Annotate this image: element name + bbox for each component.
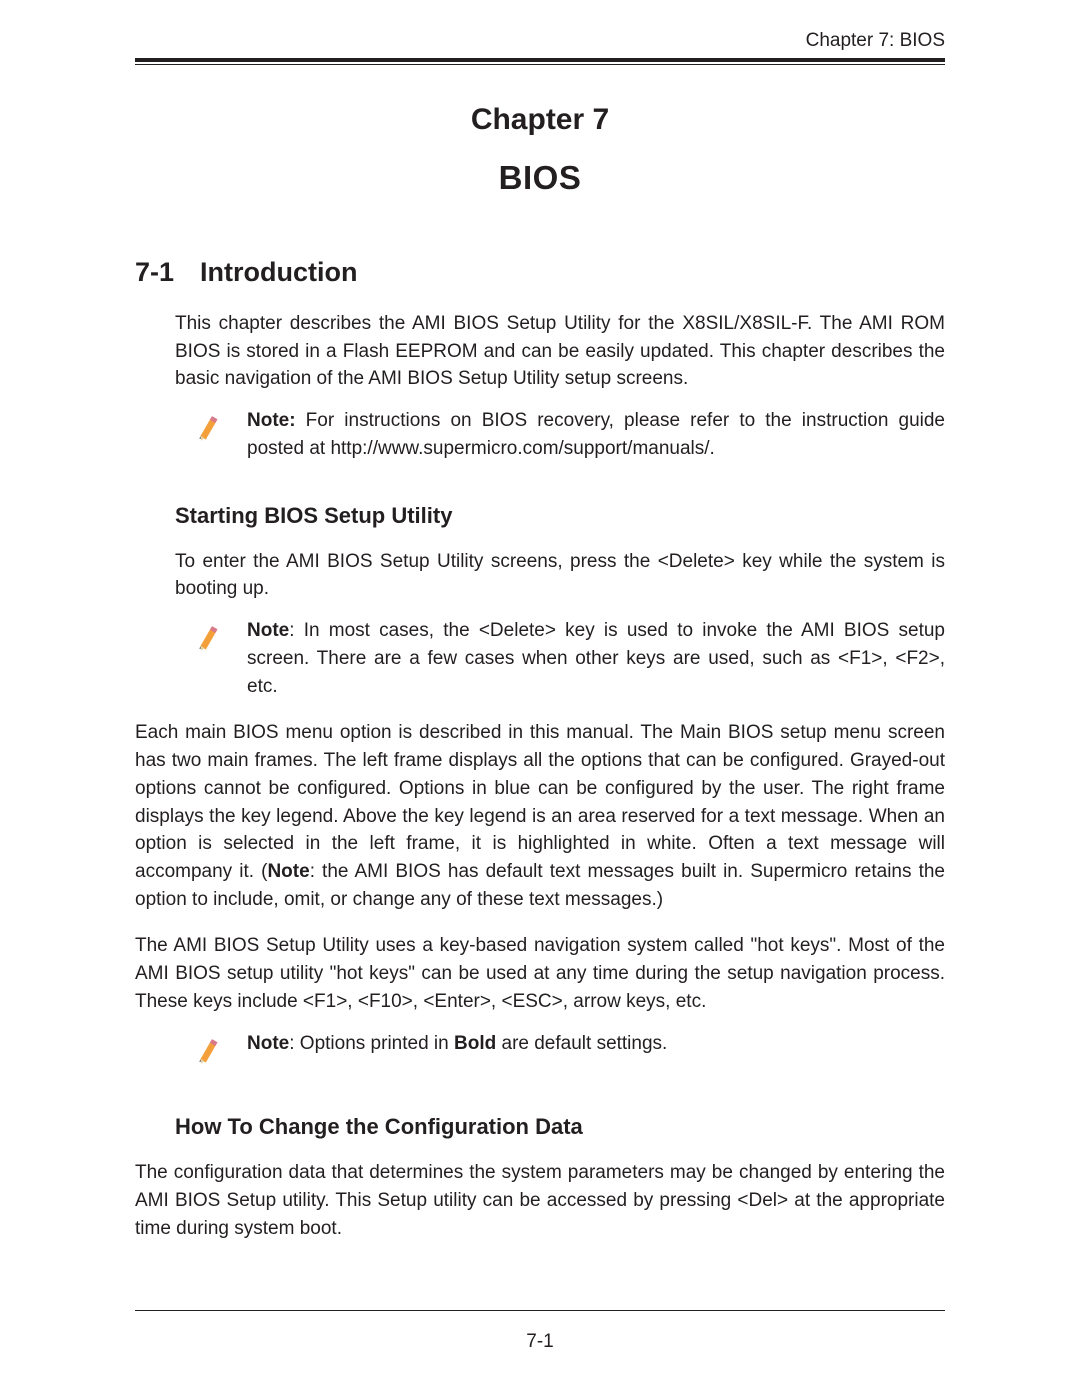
subheading-change-config: How To Change the Configuration Data (175, 1114, 945, 1140)
section-title: Introduction (200, 257, 357, 287)
section-number: 7-1 (135, 257, 174, 288)
footer-rule (135, 1310, 945, 1311)
change-config-paragraph: The configuration data that determines t… (135, 1159, 945, 1242)
note-text: Note: For instructions on BIOS recovery,… (247, 407, 945, 462)
pencil-icon (195, 409, 241, 452)
running-head: Chapter 7: BIOS (135, 30, 945, 52)
hotkeys-paragraph: The AMI BIOS Setup Utility uses a key-ba… (135, 932, 945, 1015)
pencil-icon (195, 1032, 241, 1075)
header-rule-thick (135, 58, 945, 62)
note-block-recovery: Note: For instructions on BIOS recovery,… (195, 407, 945, 462)
header-rule-thin (135, 64, 945, 65)
document-page: Chapter 7: BIOS Chapter 7 BIOS 7-1 Introd… (0, 0, 1080, 1397)
chapter-title: BIOS (135, 159, 945, 197)
starting-para-1: To enter the AMI BIOS Setup Utility scre… (175, 548, 945, 603)
subheading-starting-bios: Starting BIOS Setup Utility (175, 503, 945, 529)
menu-description-paragraph: Each main BIOS menu option is described … (135, 719, 945, 913)
note-text: Note: In most cases, the <Delete> key is… (247, 617, 945, 700)
intro-paragraph: This chapter describes the AMI BIOS Setu… (175, 310, 945, 393)
pencil-icon (195, 619, 241, 662)
chapter-label: Chapter 7 (135, 103, 945, 137)
section-heading-introduction: 7-1 Introduction (135, 257, 945, 288)
page-number: 7-1 (0, 1331, 1080, 1353)
note-block-delete-key: Note: In most cases, the <Delete> key is… (195, 617, 945, 700)
note-text: Note: Options printed in Bold are defaul… (247, 1030, 945, 1058)
note-block-bold-defaults: Note: Options printed in Bold are defaul… (195, 1030, 945, 1075)
